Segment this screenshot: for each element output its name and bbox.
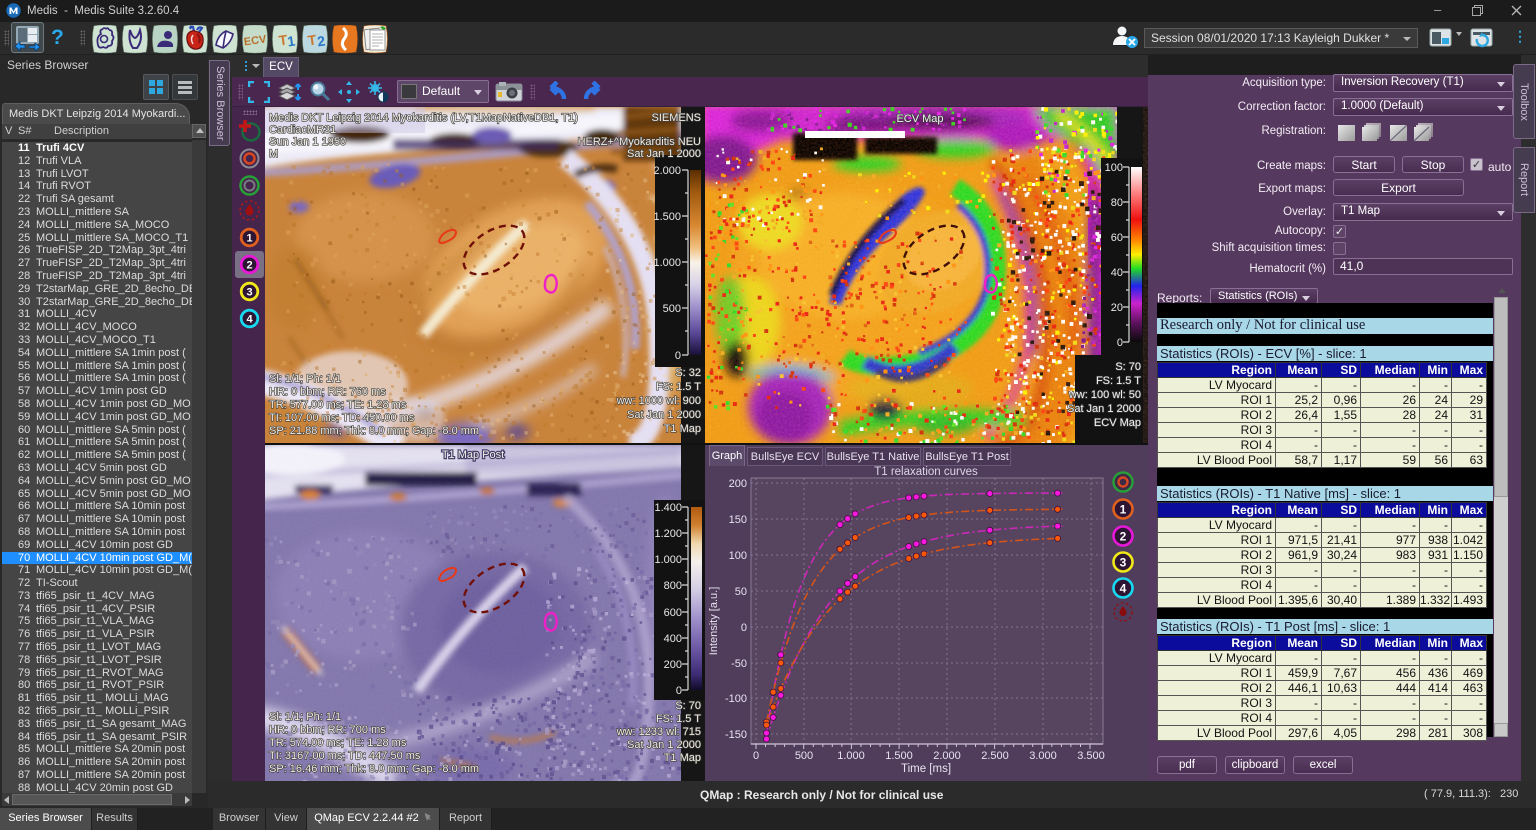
svg-text:SP: 21.88 mm; Thk: 8.0 mm; Gap: SP: 21.88 mm; Thk: 8.0 mm; Gap: -8.0 mm — [269, 425, 479, 437]
svg-text:M: M — [269, 148, 278, 160]
svg-text:T1 Map: T1 Map — [664, 752, 701, 764]
svg-text:-50: -50 — [731, 658, 747, 670]
svg-text:TI: 107.00 ms; TD: 450.00 ms: TI: 107.00 ms; TD: 450.00 ms — [269, 412, 415, 424]
svg-text:HR: 0 bbm; RR: 700 ms: HR: 0 bbm; RR: 700 ms — [269, 724, 386, 736]
svg-text:50: 50 — [735, 586, 747, 598]
svg-text:ww: 1000 wl: 900: ww: 1000 wl: 900 — [616, 395, 701, 407]
svg-text:CardiacMR31: CardiacMR31 — [269, 124, 336, 136]
svg-text:40: 40 — [1111, 267, 1123, 279]
svg-text:Sl: 1/1; Ph: 1/1: Sl: 1/1; Ph: 1/1 — [269, 711, 341, 723]
svg-text:200: 200 — [729, 478, 747, 490]
svg-text:ww: 1233 wl: 715: ww: 1233 wl: 715 — [616, 726, 701, 738]
svg-text:1.400: 1.400 — [654, 502, 682, 514]
svg-text:Sat Jan 1 2000: Sat Jan 1 2000 — [627, 148, 701, 160]
svg-text:1.200: 1.200 — [654, 528, 682, 540]
svg-text:SP: 16.46 mm; Thk: 8.0 mm; Gap: SP: 16.46 mm; Thk: 8.0 mm; Gap: -8.0 mm — [269, 763, 479, 775]
svg-text:100: 100 — [1105, 162, 1123, 174]
svg-text:Sat Jan 1 2000: Sat Jan 1 2000 — [627, 409, 701, 421]
svg-text:1.500: 1.500 — [885, 750, 913, 762]
svg-text:4: 4 — [1120, 582, 1127, 596]
svg-text:T1 Map Post: T1 Map Post — [442, 449, 504, 461]
svg-text:3.000: 3.000 — [1029, 750, 1057, 762]
svg-text:HR: 0 bbm; RR: 760 ms: HR: 0 bbm; RR: 760 ms — [269, 386, 386, 398]
svg-text:-150: -150 — [725, 729, 747, 741]
svg-text:Intensity [a.u.]: Intensity [a.u.] — [708, 587, 720, 655]
svg-text:80: 80 — [1111, 197, 1123, 209]
svg-text:S: 32: S: 32 — [675, 367, 701, 379]
svg-text:SIEMENS: SIEMENS — [651, 112, 701, 124]
svg-text:HERZ+^Myokarditis NEU: HERZ+^Myokarditis NEU — [578, 136, 701, 148]
svg-text:FS: 1.5 T: FS: 1.5 T — [1096, 375, 1141, 387]
svg-text:T1 relaxation curves: T1 relaxation curves — [874, 466, 978, 478]
svg-text:Sat Jan 1 2000: Sat Jan 1 2000 — [627, 739, 701, 751]
svg-text:150: 150 — [729, 514, 747, 526]
svg-text:2: 2 — [1120, 530, 1127, 544]
svg-text:ECV Map: ECV Map — [1094, 417, 1141, 429]
svg-text:Sun Jan 1 1950: Sun Jan 1 1950 — [269, 136, 346, 148]
svg-text:TI: 3167.00 ms; TD: 447.50 ms: TI: 3167.00 ms; TD: 447.50 ms — [269, 750, 421, 762]
svg-text:0: 0 — [675, 350, 681, 362]
svg-text:FS: 1.5 T: FS: 1.5 T — [656, 713, 701, 725]
svg-text:0: 0 — [741, 622, 747, 634]
svg-text:4: 4 — [246, 314, 253, 326]
svg-text:FS: 1.5 T: FS: 1.5 T — [656, 381, 701, 393]
svg-text:200: 200 — [664, 659, 682, 671]
svg-text:500: 500 — [663, 303, 681, 315]
svg-text:800: 800 — [664, 580, 682, 592]
svg-text:T1 Map: T1 Map — [664, 423, 701, 435]
svg-text:1.500: 1.500 — [653, 211, 681, 223]
svg-text:S: 70: S: 70 — [675, 700, 701, 712]
svg-text:Time [ms]: Time [ms] — [901, 763, 951, 775]
svg-text:3.500: 3.500 — [1077, 750, 1105, 762]
svg-text:TR: 574.00 ms; TE: 1.28 ms: TR: 574.00 ms; TE: 1.28 ms — [269, 737, 407, 749]
svg-text:3: 3 — [1120, 556, 1127, 570]
svg-text:2.500: 2.500 — [981, 750, 1009, 762]
svg-text:1.000: 1.000 — [654, 554, 682, 566]
svg-text:1: 1 — [1120, 503, 1127, 517]
svg-text:600: 600 — [664, 607, 682, 619]
svg-text:1.000: 1.000 — [653, 257, 681, 269]
svg-text:Sat Jan 1 2000: Sat Jan 1 2000 — [1067, 403, 1141, 415]
svg-text:0: 0 — [1117, 337, 1123, 349]
svg-text:20: 20 — [1111, 302, 1123, 314]
svg-text:0: 0 — [676, 685, 682, 697]
svg-text:TR: 577.00 ms; TE: 1.28 ms: TR: 577.00 ms; TE: 1.28 ms — [269, 399, 407, 411]
svg-text:2.000: 2.000 — [653, 165, 681, 177]
svg-text:60: 60 — [1111, 232, 1123, 244]
svg-text:100: 100 — [729, 550, 747, 562]
svg-text:ww: 100 wl: 50: ww: 100 wl: 50 — [1068, 389, 1141, 401]
svg-text:Sl: 1/1; Ph: 1/1: Sl: 1/1; Ph: 1/1 — [269, 373, 341, 385]
svg-text:500: 500 — [795, 750, 813, 762]
svg-text:ECV Map: ECV Map — [896, 113, 943, 125]
svg-text:-100: -100 — [725, 693, 747, 705]
svg-text:Medis DKT Leipzig 2014 Myokard: Medis DKT Leipzig 2014 Myokarditis (LV,T… — [269, 112, 578, 124]
svg-text:2.000: 2.000 — [933, 750, 961, 762]
svg-text:400: 400 — [664, 633, 682, 645]
svg-text:0: 0 — [753, 750, 759, 762]
svg-text:1.000: 1.000 — [837, 750, 865, 762]
svg-text:3: 3 — [246, 287, 252, 299]
svg-text:S: 70: S: 70 — [1115, 361, 1141, 373]
svg-text:1: 1 — [246, 233, 252, 245]
svg-text:2: 2 — [246, 260, 252, 272]
